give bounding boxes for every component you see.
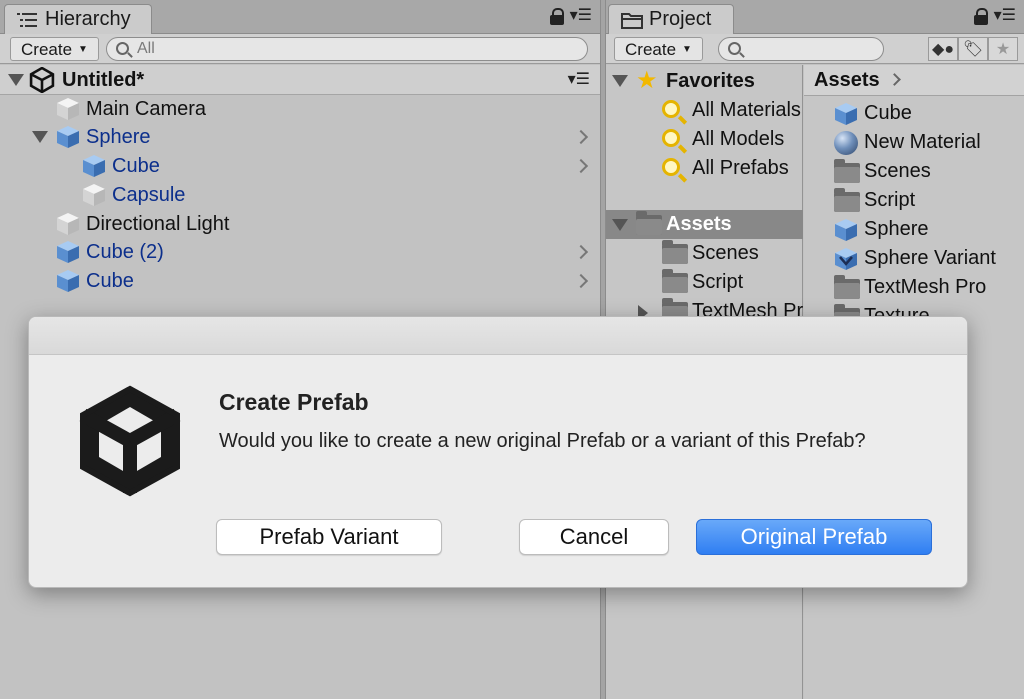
- folder-item-label: Script: [692, 271, 744, 293]
- expand-triangle-icon[interactable]: [612, 219, 628, 231]
- project-toolbar: Create ▼ ◆● 🏷 ★: [606, 34, 1024, 64]
- search-icon: [728, 42, 741, 55]
- expand-triangle-icon[interactable]: [612, 75, 628, 87]
- blue-cube-icon: [835, 103, 857, 125]
- prefab-variant-button[interactable]: Prefab Variant: [216, 519, 442, 555]
- panel-menu-icon[interactable]: ▾☰: [994, 8, 1016, 24]
- tab-hierarchy[interactable]: Hierarchy: [4, 4, 152, 35]
- chevron-right-icon[interactable]: [573, 158, 589, 174]
- chevron-right-icon[interactable]: [573, 244, 589, 260]
- expand-triangle-icon[interactable]: [32, 131, 48, 143]
- shapes-icon: ◆●: [932, 41, 954, 58]
- tab-project[interactable]: Project: [608, 4, 734, 35]
- asset-item-label: New Material: [864, 131, 981, 153]
- hierarchy-item-label: Main Camera: [86, 98, 207, 120]
- create-prefab-dialog: Create Prefab Would you like to create a…: [28, 316, 968, 588]
- search-icon: [116, 42, 129, 55]
- dialog-message: Would you like to create a new original …: [219, 430, 866, 452]
- hierarchy-item-label: Sphere: [86, 126, 151, 148]
- dialog-titlebar[interactable]: [29, 317, 967, 355]
- blue-cube-icon: [835, 219, 857, 241]
- asset-item-label: Script: [864, 189, 916, 211]
- search-filter-icon: [662, 129, 680, 147]
- hierarchy-toolbar: Create ▼ All: [0, 34, 600, 64]
- tab-hierarchy-label: Hierarchy: [45, 8, 131, 30]
- folder-tab-icon: [621, 13, 643, 29]
- hierarchy-item-label: Capsule: [112, 184, 186, 206]
- list-icon: [17, 13, 37, 27]
- favorite-button[interactable]: ★: [988, 37, 1018, 61]
- hierarchy-item-label: Cube: [112, 155, 160, 177]
- gray-cube-icon: [57, 98, 79, 120]
- scene-menu-icon[interactable]: ▾☰: [568, 72, 590, 88]
- asset-item-label: Cube: [864, 102, 912, 124]
- caret-down-icon: ▼: [682, 44, 692, 55]
- project-create-button[interactable]: Create ▼: [614, 37, 703, 61]
- blue-cube-icon: [57, 241, 79, 263]
- hierarchy-search-input[interactable]: All: [106, 37, 588, 61]
- hierarchy-item-label: Directional Light: [86, 213, 230, 235]
- folder-icon: [662, 269, 688, 293]
- tab-project-label: Project: [649, 8, 712, 30]
- lock-icon[interactable]: [549, 8, 564, 25]
- folder-item-label: Scenes: [692, 242, 759, 264]
- favorite-item-label: All Prefabs: [692, 157, 789, 179]
- hierarchy-item-label: Cube (2): [86, 241, 164, 263]
- asset-item-label: TextMesh Pro: [864, 276, 987, 298]
- hierarchy-create-label: Create: [21, 40, 73, 59]
- folder-icon: [662, 240, 688, 264]
- asset-item-label: Sphere: [864, 218, 929, 240]
- asset-item-label: Sphere Variant: [864, 247, 996, 269]
- blue-cube-icon: [57, 126, 79, 148]
- hierarchy-tabbar: Hierarchy ▾☰: [0, 0, 600, 35]
- folder-icon: [834, 159, 860, 183]
- project-tabbar: Project ▾☰: [606, 0, 1024, 35]
- lock-icon[interactable]: [973, 8, 988, 25]
- folder-icon: [636, 211, 662, 235]
- blue-cube-icon: [57, 270, 79, 292]
- sphere-material-icon: [834, 131, 858, 155]
- project-search-input[interactable]: [718, 37, 884, 61]
- favorite-item-label: All Models: [692, 128, 785, 150]
- hierarchy-item-label: Cube: [86, 270, 134, 292]
- assets-folder-label: Assets: [666, 213, 732, 235]
- hierarchy-create-button[interactable]: Create ▼: [10, 37, 99, 61]
- scene-header[interactable]: Untitled* ▾☰: [0, 65, 600, 95]
- chevron-right-icon[interactable]: [573, 129, 589, 145]
- panel-menu-icon[interactable]: ▾☰: [570, 8, 592, 24]
- asset-item-label: Scenes: [864, 160, 931, 182]
- chevron-right-icon[interactable]: [573, 273, 589, 289]
- star-icon: ★: [995, 41, 1011, 58]
- breadcrumb-label: Assets: [814, 69, 880, 91]
- prefab-variant-icon: [835, 248, 857, 270]
- project-create-label: Create: [625, 40, 677, 59]
- filter-by-type-button[interactable]: ◆●: [928, 37, 958, 61]
- expand-triangle-icon[interactable]: [8, 74, 24, 86]
- search-filter-icon: [662, 158, 680, 176]
- chevron-right-icon: [887, 73, 901, 86]
- filter-by-label-button[interactable]: 🏷: [958, 37, 988, 61]
- blue-cube-icon: [83, 155, 105, 177]
- favorites-star-icon: ★: [636, 67, 658, 94]
- favorite-item-label: All Materials: [692, 99, 801, 121]
- search-placeholder: All: [137, 40, 155, 57]
- unity-logo-icon: [79, 385, 181, 497]
- dialog-title: Create Prefab: [219, 389, 369, 415]
- gray-cube-icon: [83, 184, 105, 206]
- folder-icon: [834, 275, 860, 299]
- search-filter-icon: [662, 100, 680, 118]
- folder-icon: [834, 188, 860, 212]
- cancel-button[interactable]: Cancel: [519, 519, 669, 555]
- scene-name: Untitled*: [62, 69, 145, 91]
- original-prefab-button[interactable]: Original Prefab: [696, 519, 932, 555]
- assets-breadcrumb[interactable]: Assets: [804, 65, 1024, 96]
- favorites-label: Favorites: [666, 70, 755, 92]
- gray-cube-icon: [57, 213, 79, 235]
- unity-logo-icon: [29, 67, 55, 93]
- tag-icon: 🏷: [962, 41, 984, 58]
- caret-down-icon: ▼: [78, 44, 88, 55]
